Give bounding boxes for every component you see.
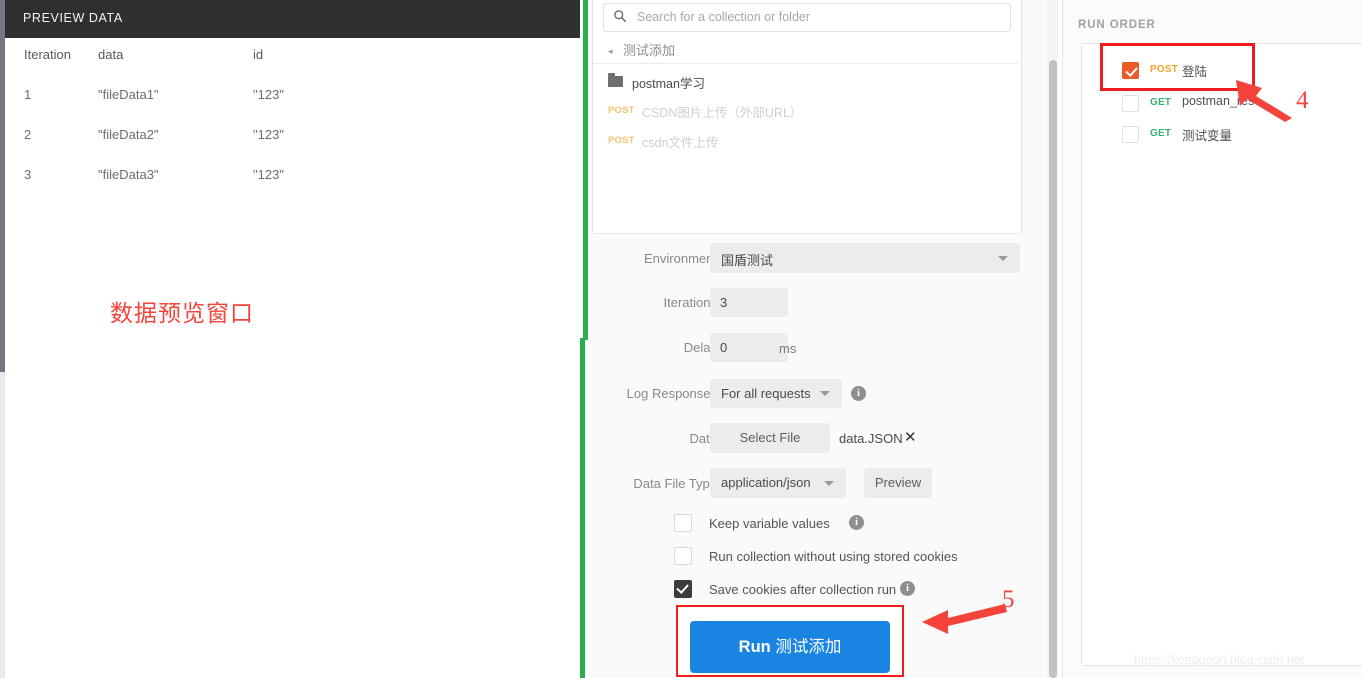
log-responses-info-icon[interactable]: i [851,386,866,401]
log-responses-value: For all requests [721,386,811,401]
search-box[interactable] [603,3,1011,32]
cell-iteration: 3 [24,167,32,182]
list-item-label: csdn文件上传 [642,136,719,150]
preview-data-panel: PREVIEW DATA Iteration data id 1 "fileDa… [0,0,580,678]
delay-input[interactable] [710,333,788,362]
run-order-title: RUN ORDER [1078,19,1156,31]
app-root: PREVIEW DATA Iteration data id 1 "fileDa… [0,0,1362,678]
delay-label: Delay [683,340,717,355]
folder-icon [608,73,623,87]
cell-iteration: 2 [24,127,32,142]
preview-data-title: PREVIEW DATA [23,11,123,25]
run-order-item-checkbox[interactable] [1122,126,1139,143]
keep-variable-values-info-icon[interactable]: i [849,515,864,530]
collection-runner-panel: ◂ 测试添加 postman学习 POST CSDN图片上传（外部URL） PO… [589,0,1055,678]
column-header-id: id [253,47,264,62]
data-file-type-value: application/json [721,475,811,490]
annotation-number-4: 4 [1296,87,1309,114]
delay-unit-label: ms [779,341,797,356]
method-badge: POST [608,105,635,116]
iterations-label: Iterations [663,295,717,310]
green-divider-lower [580,338,585,678]
table-row: 2 "fileData2" "123" [0,118,580,158]
run-order-panel: RUN ORDER POST 登陆 GET postman_res GET 测试… [1062,0,1362,678]
cell-iteration: 1 [24,87,32,102]
method-badge: POST [608,135,635,146]
iterations-input[interactable] [710,288,788,317]
cell-id: "123" [253,167,284,182]
method-badge: GET [1150,97,1172,108]
run-order-list: POST 登陆 GET postman_res GET 测试变量 https:/… [1081,43,1362,667]
run-order-item[interactable]: GET postman_res [1082,88,1362,119]
environment-select[interactable]: 国盾测试 [710,243,1020,273]
select-file-button[interactable]: Select File [710,423,830,453]
data-file-name: data.JSON [839,431,903,446]
run-order-item[interactable]: GET 测试变量 [1082,119,1362,150]
save-cookies-checkbox[interactable] [674,580,692,598]
table-row: 3 "fileData3" "123" [0,158,580,198]
keep-variable-values-checkbox[interactable] [674,514,692,532]
clear-data-file-icon[interactable]: ✕ [904,428,917,446]
list-item[interactable]: POST csdn文件上传 [593,128,1019,158]
save-cookies-label: Save cookies after collection run [709,582,897,597]
chevron-left-icon: ◂ [608,46,613,56]
log-responses-label: Log Responses [626,386,717,401]
data-file-type-select[interactable]: application/json [710,468,846,498]
chevron-down-icon [824,481,834,486]
cell-id: "123" [253,127,284,142]
runner-scrollbar-thumb[interactable] [1049,60,1057,678]
preview-data-header: PREVIEW DATA [0,0,580,38]
run-button-prefix: Run [738,638,771,656]
run-order-item-name: postman_res [1182,94,1255,108]
search-input[interactable] [635,9,999,25]
preview-button[interactable]: Preview [864,468,932,498]
table-row: 1 "fileData1" "123" [0,78,580,118]
column-header-data: data [98,47,124,62]
list-item[interactable]: postman学习 [593,68,1019,98]
column-header-iteration: Iteration [24,47,71,62]
breadcrumb-label: 测试添加 [623,43,676,58]
save-cookies-info-icon[interactable]: i [900,581,915,596]
collection-selector-box: ◂ 测试添加 postman学习 POST CSDN图片上传（外部URL） PO… [592,0,1022,234]
data-label: Data [689,431,717,446]
preview-annotation-note: 数据预览窗口 [110,301,254,327]
annotation-number-5: 5 [1002,586,1015,613]
run-without-cookies-checkbox[interactable] [674,547,692,565]
run-collection-button[interactable]: Run 测试添加 [690,621,890,673]
search-icon [614,10,627,23]
keep-variable-values-label: Keep variable values [709,516,830,531]
table-header-row: Iteration data id [0,38,580,78]
run-order-item-name: 测试变量 [1182,129,1233,143]
method-badge: GET [1150,128,1172,139]
preview-data-table: Iteration data id 1 "fileData1" "123" 2 … [0,38,580,198]
chevron-down-icon [820,391,830,396]
annotation-box-post-login [1100,43,1255,91]
run-order-item-checkbox[interactable] [1122,95,1139,112]
environment-value: 国盾测试 [721,253,774,268]
run-button-target: 测试添加 [775,638,842,656]
list-item-label: postman学习 [632,77,705,91]
cell-data: "fileData2" [98,127,159,142]
run-without-cookies-label: Run collection without using stored cook… [709,549,958,564]
list-item-label: CSDN图片上传（外部URL） [642,106,803,120]
environment-label: Environment [644,251,717,266]
watermark-text: https://keepgoon.blog.csdn.net [1134,653,1305,667]
breadcrumb[interactable]: ◂ 测试添加 [593,35,1019,64]
cell-data: "fileData1" [98,87,159,102]
preview-scrollbar-track[interactable] [0,372,5,678]
log-responses-select[interactable]: For all requests [710,379,842,408]
chevron-down-icon [998,256,1008,261]
cell-id: "123" [253,87,284,102]
data-file-type-label: Data File Type [633,476,717,491]
green-divider-upper [583,0,588,340]
cell-data: "fileData3" [98,167,159,182]
list-item[interactable]: POST CSDN图片上传（外部URL） [593,98,1019,128]
